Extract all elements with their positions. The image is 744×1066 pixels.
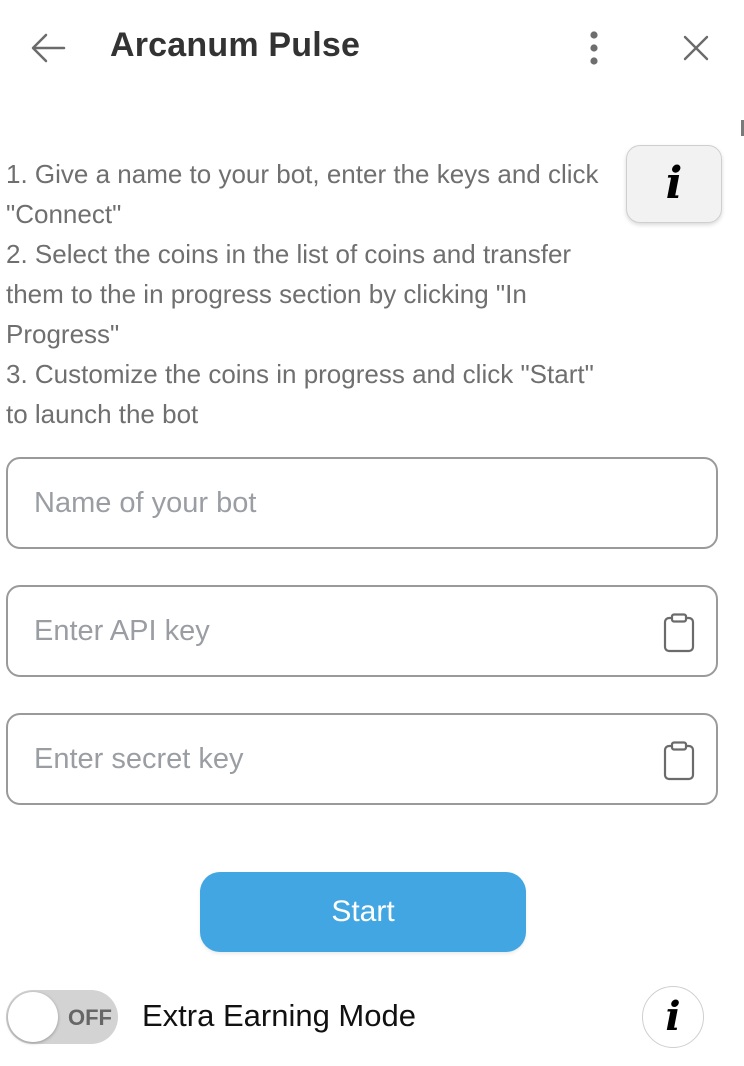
secret-key-field[interactable] bbox=[6, 713, 718, 805]
close-icon[interactable] bbox=[676, 28, 716, 68]
api-key-field[interactable] bbox=[6, 585, 718, 677]
bot-name-input[interactable] bbox=[34, 459, 654, 547]
api-key-input[interactable] bbox=[34, 587, 654, 675]
back-arrow-icon[interactable] bbox=[28, 26, 72, 70]
instruction-step-2: 2. Select the coins in the list of coins… bbox=[6, 239, 572, 349]
clipboard-icon[interactable] bbox=[662, 613, 696, 653]
app-title: Arcanum Pulse bbox=[110, 26, 361, 64]
toggle-knob[interactable] bbox=[8, 992, 58, 1042]
bot-name-field[interactable] bbox=[6, 457, 718, 549]
info-icon: i bbox=[665, 158, 683, 209]
header-bar: Arcanum Pulse bbox=[0, 0, 744, 100]
info-icon: i bbox=[665, 993, 681, 1040]
clipboard-icon[interactable] bbox=[662, 741, 696, 781]
extra-earning-mode-label: Extra Earning Mode bbox=[142, 998, 416, 1033]
toggle-state-label: OFF bbox=[68, 1005, 112, 1030]
instructions-text: 1. Give a name to your bot, enter the ke… bbox=[6, 154, 616, 434]
extra-mode-info-button[interactable]: i bbox=[642, 986, 704, 1048]
instruction-step-3: 3. Customize the coins in progress and c… bbox=[6, 359, 594, 429]
extra-earning-toggle[interactable]: OFF bbox=[6, 990, 118, 1044]
secret-key-input[interactable] bbox=[34, 715, 654, 803]
start-button[interactable]: Start bbox=[200, 872, 526, 952]
instruction-step-1: 1. Give a name to your bot, enter the ke… bbox=[6, 159, 599, 229]
more-vertical-icon[interactable] bbox=[580, 28, 608, 68]
instructions-info-button[interactable]: i bbox=[626, 145, 722, 223]
app-window: Arcanum Pulse 1. Give a name to your bot… bbox=[0, 0, 744, 1066]
